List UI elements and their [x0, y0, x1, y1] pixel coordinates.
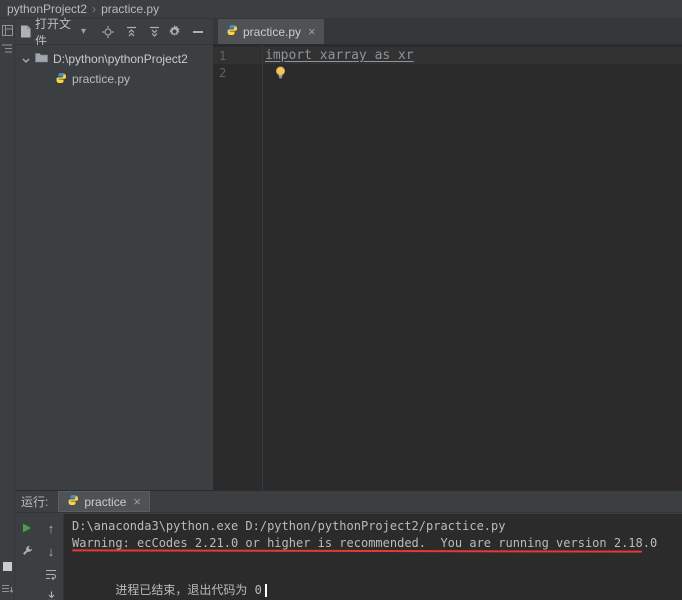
- tab-label: practice.py: [243, 25, 301, 39]
- structure-tool-icon[interactable]: [1, 42, 14, 55]
- editor-line: 2: [213, 64, 682, 81]
- project-tree: D:\python\pythonProject2 practice.py: [15, 45, 213, 490]
- text-caret: [265, 584, 267, 597]
- close-icon[interactable]: ×: [308, 25, 316, 38]
- up-arrow-icon: ↑: [48, 522, 55, 535]
- tree-root-label: D:\python\pythonProject2: [53, 52, 188, 66]
- breadcrumb-file[interactable]: practice.py: [101, 2, 159, 16]
- editor-tab-bar: practice.py ×: [213, 19, 682, 45]
- run-panel-body: ↑ ↓ D:\anaconda3\python.exe D:/python/py…: [15, 514, 682, 600]
- close-icon[interactable]: ×: [133, 495, 141, 508]
- console-line: 进程已结束，退出代码为 0: [72, 565, 682, 582]
- editor[interactable]: 1 import xarray as xr 2: [213, 45, 682, 490]
- console-line: [72, 552, 682, 565]
- exit-message: 进程已结束，退出代码为 0: [115, 583, 261, 597]
- breadcrumb: pythonProject2 › practice.py: [0, 0, 682, 19]
- chevron-down-icon[interactable]: [22, 52, 30, 66]
- edit-configuration-button[interactable]: [17, 541, 37, 561]
- soft-wrap-button[interactable]: [41, 564, 61, 584]
- soft-wrap-icon: [45, 569, 57, 580]
- stop-icon[interactable]: [1, 560, 14, 573]
- python-icon: [67, 494, 79, 509]
- wrench-icon: [21, 545, 33, 557]
- list-down-icon[interactable]: [1, 582, 14, 595]
- python-icon: [226, 24, 238, 39]
- scroll-to-end-button[interactable]: [41, 586, 61, 600]
- gear-icon[interactable]: [164, 22, 184, 42]
- project-toolbar: 打开文件 ▾: [15, 19, 213, 45]
- down-arrow-icon: ↓: [48, 545, 55, 558]
- rerun-button[interactable]: [17, 518, 37, 538]
- editor-line: 1 import xarray as xr: [213, 47, 682, 64]
- scroll-to-end-icon: [46, 591, 57, 600]
- tool-window-stripe: [0, 19, 15, 600]
- collapse-all-button[interactable]: [121, 22, 141, 42]
- run-panel-header: 运行: practice ×: [15, 490, 682, 513]
- intention-bulb-icon[interactable]: [275, 66, 286, 79]
- line-number: 2: [213, 66, 262, 80]
- folder-icon: [35, 52, 48, 66]
- run-tab-label: practice: [84, 495, 126, 509]
- open-files-label: 打开文件: [35, 15, 78, 49]
- minimize-panel-button[interactable]: [188, 22, 208, 42]
- run-toolbar: ↑ ↓: [15, 514, 64, 600]
- chevron-down-icon: ▾: [81, 26, 86, 37]
- file-icon: [20, 25, 31, 38]
- open-files-dropdown[interactable]: 打开文件 ▾: [35, 15, 86, 49]
- console-line: D:\anaconda3\python.exe D:/python/python…: [72, 518, 682, 535]
- tab-run-practice[interactable]: practice ×: [58, 491, 150, 512]
- gutter-separator: [262, 45, 263, 490]
- tab-practice-py[interactable]: practice.py ×: [218, 19, 324, 44]
- prev-occurrence-button[interactable]: ↑: [41, 518, 61, 538]
- expand-all-button[interactable]: [144, 22, 164, 42]
- run-console: D:\anaconda3\python.exe D:/python/python…: [64, 514, 682, 600]
- tree-item-root[interactable]: D:\python\pythonProject2: [15, 49, 213, 69]
- locate-file-button[interactable]: [98, 22, 118, 42]
- line-number: 1: [213, 49, 262, 63]
- breadcrumb-separator: ›: [92, 2, 96, 16]
- next-occurrence-button[interactable]: ↓: [41, 541, 61, 561]
- python-icon: [55, 72, 67, 87]
- run-label: 运行:: [21, 493, 48, 510]
- tree-item-practice-py[interactable]: practice.py: [15, 69, 213, 89]
- project-tool-icon[interactable]: [1, 24, 14, 37]
- unused-import-code[interactable]: import xarray as xr: [265, 48, 414, 63]
- tree-file-label: practice.py: [72, 72, 130, 86]
